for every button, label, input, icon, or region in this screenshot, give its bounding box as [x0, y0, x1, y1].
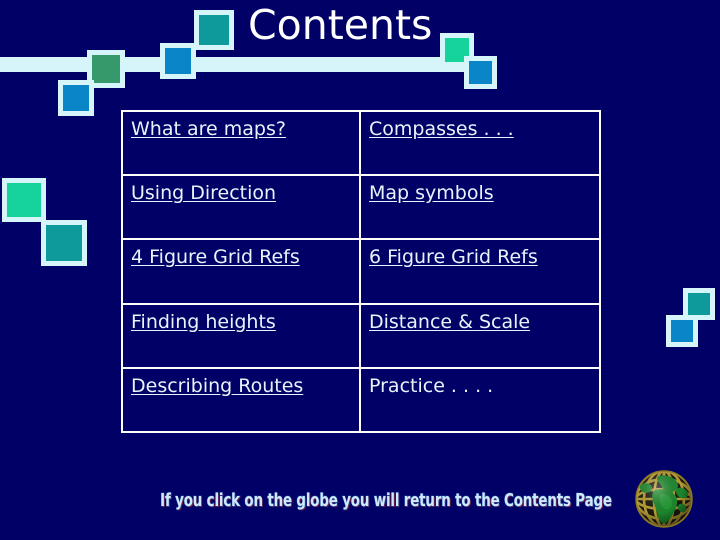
contents-cell: Using Direction: [121, 174, 361, 241]
blue-square-right-bar: [464, 56, 497, 89]
contents-link[interactable]: Map symbols: [369, 182, 494, 204]
contents-cell: Distance & Scale: [359, 302, 601, 369]
blue-square-left-lower: [58, 80, 94, 116]
spring-green-square-left: [2, 178, 46, 222]
contents-link[interactable]: Describing Routes: [131, 375, 303, 397]
contents-link[interactable]: What are maps?: [131, 118, 286, 140]
table-row: What are maps? Compasses . . .: [121, 109, 601, 177]
contents-cell: Map symbols: [359, 174, 601, 241]
contents-cell: Compasses . . .: [359, 109, 601, 177]
contents-cell: Describing Routes: [121, 366, 361, 434]
header-accent-bar: [0, 57, 478, 72]
globe-button[interactable]: [622, 466, 706, 534]
table-row: Using Direction Map symbols: [121, 174, 601, 241]
table-row: Finding heights Distance & Scale: [121, 302, 601, 369]
contents-cell: What are maps?: [121, 109, 361, 177]
contents-cell: 6 Figure Grid Refs: [359, 238, 601, 305]
teal-square-left: [41, 220, 87, 266]
contents-link[interactable]: Distance & Scale: [369, 311, 530, 333]
contents-link[interactable]: 6 Figure Grid Refs: [369, 246, 538, 268]
contents-link[interactable]: Using Direction: [131, 182, 276, 204]
slide-canvas: Contents What are maps? Compasses . . . Us…: [0, 0, 720, 540]
blue-square-right-lower: [666, 315, 698, 347]
table-row: Describing Routes Practice . . . .: [121, 366, 601, 434]
contents-cell: Practice . . . .: [359, 366, 601, 434]
globe-hint-banner: If you click on the globe you will retur…: [156, 485, 616, 515]
table-row: 4 Figure Grid Refs 6 Figure Grid Refs: [121, 238, 601, 305]
banner-text: If you click on the globe you will retur…: [160, 490, 612, 510]
contents-table: What are maps? Compasses . . . Using Direc…: [121, 109, 601, 434]
contents-link[interactable]: Finding heights: [131, 311, 276, 333]
contents-link[interactable]: Compasses . . .: [369, 118, 514, 140]
blue-square-upper: [160, 43, 196, 79]
contents-link[interactable]: Practice . . . .: [369, 375, 493, 397]
teal-square-top: [194, 10, 234, 50]
page-title: Contents: [248, 1, 433, 49]
contents-link[interactable]: 4 Figure Grid Refs: [131, 246, 300, 268]
contents-cell: Finding heights: [121, 302, 361, 369]
contents-cell: 4 Figure Grid Refs: [121, 238, 361, 305]
globe-icon[interactable]: [622, 466, 706, 534]
